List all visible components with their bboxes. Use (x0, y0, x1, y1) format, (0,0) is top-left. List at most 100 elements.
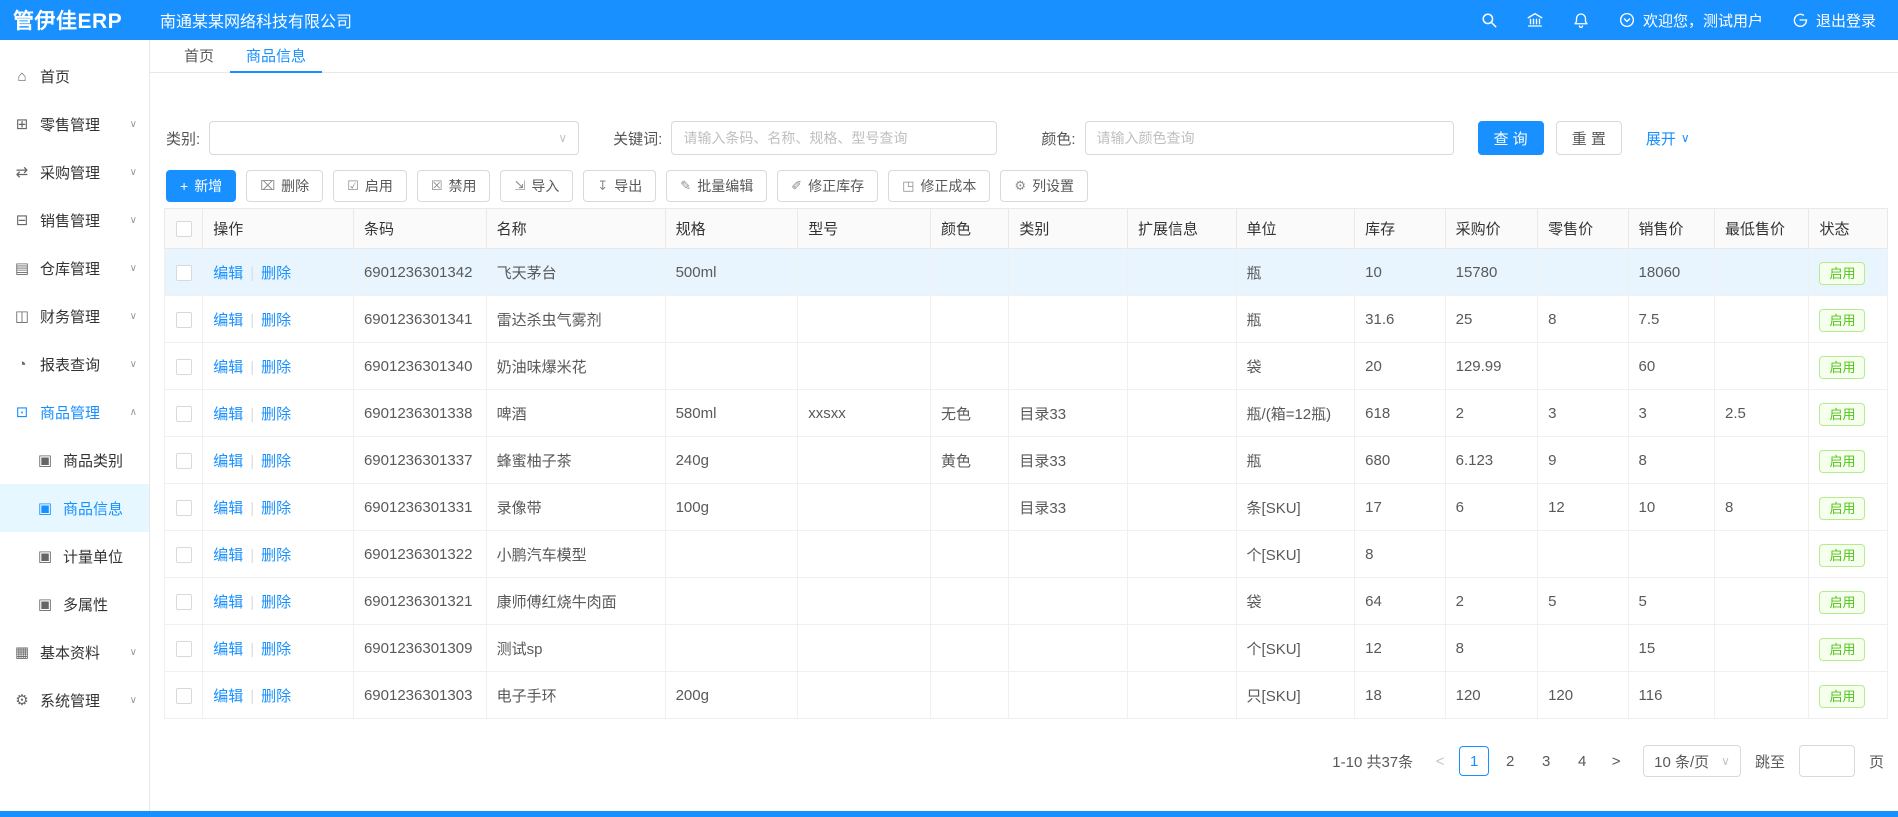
row-checkbox[interactable] (176, 312, 192, 328)
sidebar-item-12[interactable]: ▦ 基本资料 ∨ (0, 628, 149, 676)
sidebar-item-7[interactable]: ⊡ 商品管理 ∧ (0, 388, 149, 436)
sidebar-item-13[interactable]: ⚙ 系统管理 ∨ (0, 676, 149, 724)
row-checkbox[interactable] (176, 688, 192, 704)
chevron-down-icon: ∨ (130, 647, 137, 658)
link-separator: | (250, 359, 254, 376)
table-row: 编辑|删除 6901236301338 啤酒 580ml xxsxx 无色 目录… (165, 390, 1888, 437)
color-input[interactable] (1085, 121, 1454, 155)
row-checkbox[interactable] (176, 453, 192, 469)
cell-color (930, 296, 1008, 343)
expand-link[interactable]: 展开 ∨ (1646, 128, 1690, 149)
edit-link[interactable]: 编辑 (213, 500, 243, 517)
edit-link[interactable]: 编辑 (213, 547, 243, 564)
sidebar-item-4[interactable]: ▤ 仓库管理 ∨ (0, 244, 149, 292)
cell-color (930, 249, 1008, 296)
cell-ext-info (1127, 437, 1236, 484)
tab-home[interactable]: 首页 (168, 40, 230, 73)
delete-link[interactable]: 删除 (261, 594, 291, 611)
cell-name: 飞天茅台 (486, 249, 665, 296)
bell-icon[interactable] (1572, 11, 1590, 29)
edit-link[interactable]: 编辑 (213, 688, 243, 705)
tab-product-info[interactable]: 商品信息 (230, 40, 322, 73)
fix-stock-button[interactable]: ✐ 修正库存 (777, 170, 878, 202)
sidebar-item-1[interactable]: ⊞ 零售管理 ∨ (0, 100, 149, 148)
prev-page-arrow[interactable]: < (1427, 753, 1453, 770)
search-button[interactable]: 查 询 (1478, 121, 1544, 155)
edit-link[interactable]: 编辑 (213, 594, 243, 611)
sidebar-item-8[interactable]: ▣ 商品类别 (0, 436, 149, 484)
page-size-select[interactable]: 10 条/页 ∨ (1643, 745, 1741, 777)
row-checkbox[interactable] (176, 500, 192, 516)
delete-link[interactable]: 删除 (261, 312, 291, 329)
edit-link[interactable]: 编辑 (213, 453, 243, 470)
cell-min-price (1714, 249, 1808, 296)
sidebar-item-0[interactable]: ⌂ 首页 (0, 52, 149, 100)
jump-page-input[interactable] (1799, 745, 1855, 777)
page-number-3[interactable]: 3 (1531, 746, 1561, 776)
export-button[interactable]: ↧ 导出 (583, 170, 656, 202)
delete-link[interactable]: 删除 (261, 500, 291, 517)
select-all-checkbox[interactable] (176, 221, 192, 237)
category-select[interactable]: ∨ (209, 121, 579, 155)
sidebar-item-5[interactable]: ◫ 财务管理 ∨ (0, 292, 149, 340)
logout-label: 退出登录 (1816, 10, 1876, 31)
doc-icon: ▣ (36, 451, 54, 469)
edit-link[interactable]: 编辑 (213, 265, 243, 282)
plus-button[interactable]: + 新增 (166, 170, 236, 202)
column-settings-button[interactable]: ⚙ 列设置 (1000, 170, 1088, 202)
sidebar-item-6[interactable]: ◔ 报表查询 ∨ (0, 340, 149, 388)
cell-barcode: 6901236301321 (353, 578, 486, 625)
cell-name: 测试sp (486, 625, 665, 672)
reset-button[interactable]: 重 置 (1556, 121, 1622, 155)
row-checkbox[interactable] (176, 265, 192, 281)
cell-spec: 580ml (665, 390, 798, 437)
cell-model (798, 578, 931, 625)
sidebar-item-2[interactable]: ⇄ 采购管理 ∨ (0, 148, 149, 196)
pagination-bar: 1-10 共37条 < 1234 > 10 条/页 ∨ 跳至 页 (150, 745, 1884, 777)
edit-link[interactable]: 编辑 (213, 406, 243, 423)
cell-retail-price (1538, 249, 1628, 296)
cross-box-button[interactable]: ☒ 禁用 (417, 170, 491, 202)
page-number-4[interactable]: 4 (1567, 746, 1597, 776)
delete-link[interactable]: 删除 (261, 359, 291, 376)
cell-color (930, 343, 1008, 390)
trash-button[interactable]: ⌧ 删除 (246, 170, 323, 202)
row-checkbox[interactable] (176, 594, 192, 610)
logout-button[interactable]: 退出登录 (1791, 10, 1876, 31)
delete-link[interactable]: 删除 (261, 265, 291, 282)
delete-link[interactable]: 删除 (261, 688, 291, 705)
cell-stock: 17 (1355, 484, 1445, 531)
delete-link[interactable]: 删除 (261, 453, 291, 470)
fix-cost-button[interactable]: ◳ 修正成本 (888, 170, 990, 202)
row-checkbox[interactable] (176, 641, 192, 657)
cell-status: 启用 (1809, 249, 1888, 296)
batch-edit-button[interactable]: ✎ 批量编辑 (666, 170, 767, 202)
edit-link[interactable]: 编辑 (213, 641, 243, 658)
sidebar-item-11[interactable]: ▣ 多属性 (0, 580, 149, 628)
next-page-arrow[interactable]: > (1603, 753, 1629, 770)
keyword-input[interactable] (671, 121, 997, 155)
page-number-2[interactable]: 2 (1495, 746, 1525, 776)
cell-category: 目录33 (1009, 390, 1128, 437)
delete-link[interactable]: 删除 (261, 406, 291, 423)
bank-icon[interactable] (1526, 11, 1544, 29)
sidebar-item-9[interactable]: ▣ 商品信息 (0, 484, 149, 532)
import-button[interactable]: ⇲ 导入 (500, 170, 573, 202)
cell-spec (665, 625, 798, 672)
status-badge: 启用 (1819, 356, 1865, 379)
row-checkbox[interactable] (176, 359, 192, 375)
edit-link[interactable]: 编辑 (213, 359, 243, 376)
row-checkbox[interactable] (176, 406, 192, 422)
cell-ext-info (1127, 343, 1236, 390)
edit-link[interactable]: 编辑 (213, 312, 243, 329)
delete-link[interactable]: 删除 (261, 641, 291, 658)
check-box-button[interactable]: ☑ 启用 (333, 170, 407, 202)
row-checkbox[interactable] (176, 547, 192, 563)
sidebar-item-10[interactable]: ▣ 计量单位 (0, 532, 149, 580)
search-icon[interactable] (1480, 11, 1498, 29)
delete-link[interactable]: 删除 (261, 547, 291, 564)
cell-category (1009, 672, 1128, 719)
sidebar-item-3[interactable]: ⊟ 销售管理 ∨ (0, 196, 149, 244)
page-number-1[interactable]: 1 (1459, 746, 1489, 776)
user-menu[interactable]: 欢迎您，测试用户 (1618, 10, 1763, 31)
